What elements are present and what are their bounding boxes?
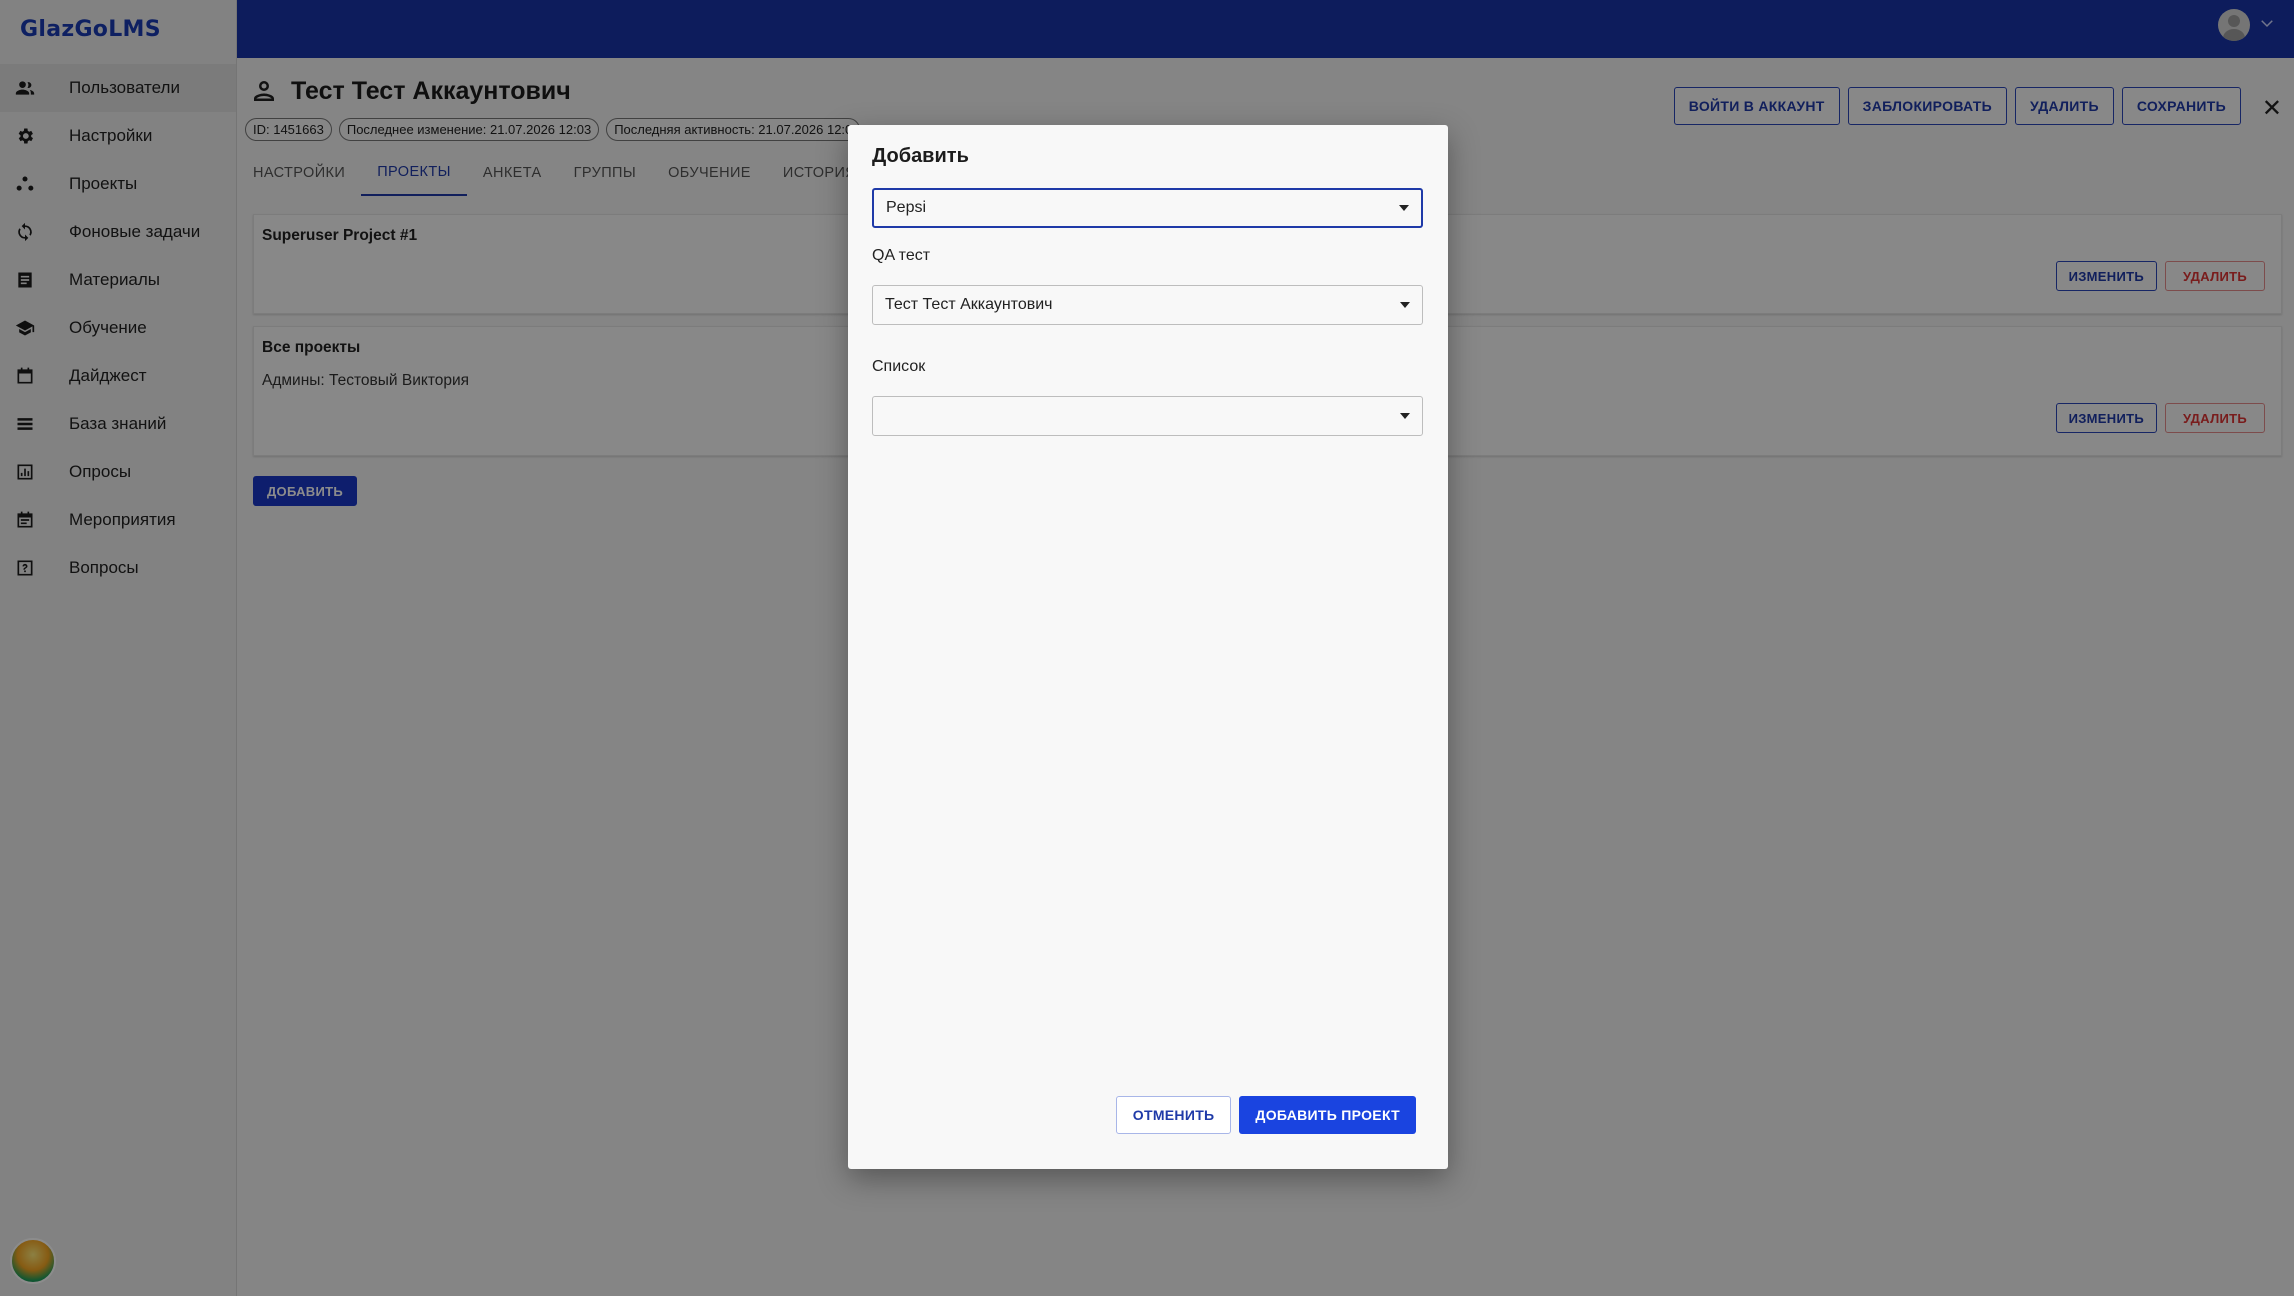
list-select[interactable] (872, 396, 1423, 436)
dropdown-arrow-icon (1400, 413, 1410, 419)
dialog-title: Добавить (872, 145, 969, 167)
qa-select[interactable]: Тест Тест Аккаунтович (872, 285, 1423, 325)
add-project-submit-button[interactable]: ДОБАВИТЬ ПРОЕКТ (1239, 1096, 1416, 1134)
qa-select-value: Тест Тест Аккаунтович (885, 296, 1053, 313)
dropdown-arrow-icon (1400, 302, 1410, 308)
cancel-button[interactable]: ОТМЕНИТЬ (1115, 1096, 1232, 1134)
dropdown-arrow-icon (1399, 205, 1409, 211)
add-project-dialog: Добавить Pepsi QA тест Тест Тест Аккаунт… (848, 125, 1448, 1169)
project-select[interactable]: Pepsi (872, 188, 1423, 228)
qa-label: QA тест (872, 247, 931, 264)
project-select-value: Pepsi (886, 199, 927, 216)
dialog-actions: ОТМЕНИТЬ ДОБАВИТЬ ПРОЕКТ (1115, 1096, 1416, 1134)
list-label: Список (872, 358, 926, 375)
